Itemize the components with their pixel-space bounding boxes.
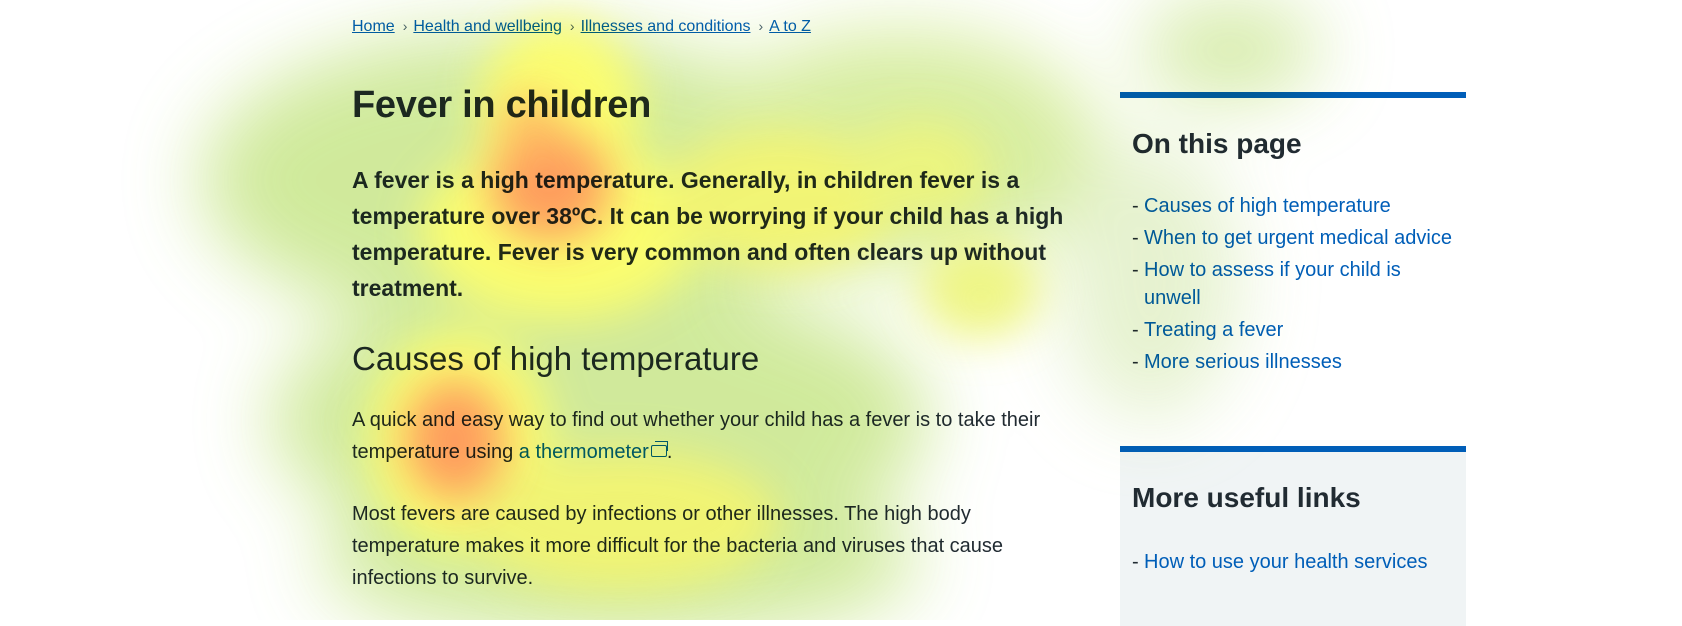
section-paragraph-2: Most fevers are caused by infections or … [352, 503, 1004, 589]
page-title: Fever in children [352, 84, 651, 126]
breadcrumb-separator: › [569, 18, 575, 34]
on-this-page-link-assess[interactable]: How to assess if your child is unwell [1144, 259, 1401, 309]
breadcrumb-illnesses-link[interactable]: Illnesses and conditions [581, 18, 751, 35]
on-this-page-list: Causes of high temperature When to get u… [1132, 192, 1452, 380]
lede-paragraph: A fever is a high temperature. Generally… [352, 167, 1064, 301]
breadcrumb-home-link[interactable]: Home [352, 18, 395, 35]
on-this-page-panel: On this page Causes of high temperature … [1120, 92, 1466, 418]
list-item: Treating a fever [1132, 316, 1452, 344]
external-link-icon [650, 441, 668, 457]
list-item: Causes of high temperature [1132, 192, 1452, 220]
breadcrumb-separator: › [758, 18, 764, 34]
list-item: How to assess if your child is unwell [1132, 256, 1452, 312]
thermometer-link-label: a thermometer [518, 441, 649, 463]
list-item: More serious illnesses [1132, 348, 1452, 376]
breadcrumb: Home › Health and wellbeing › Illnesses and … [352, 18, 811, 36]
breadcrumb-separator: › [402, 18, 408, 34]
thermometer-link[interactable]: a thermometer [518, 441, 668, 463]
section-heading: Causes of high temperature [352, 340, 760, 377]
paragraph-text: A quick and easy way to find out whether… [352, 409, 1041, 463]
list-item: How to use your health services [1132, 548, 1452, 576]
on-this-page-link-causes[interactable]: Causes of high temperature [1144, 195, 1391, 217]
on-this-page-link-urgent-advice[interactable]: When to get urgent medical advice [1144, 227, 1452, 249]
more-useful-links-panel: More useful links How to use your health… [1120, 446, 1466, 626]
page: Home › Health and wellbeing › Illnesses and … [0, 0, 1682, 626]
useful-link-health-services[interactable]: How to use your health services [1144, 551, 1427, 573]
on-this-page-link-treating[interactable]: Treating a fever [1144, 319, 1283, 341]
section-paragraph-1: A quick and easy way to find out whether… [352, 404, 1072, 468]
more-useful-links-list: How to use your health services [1132, 548, 1452, 580]
on-this-page-title: On this page [1132, 128, 1302, 159]
breadcrumb-atoz-link[interactable]: A to Z [769, 18, 811, 35]
list-item: When to get urgent medical advice [1132, 224, 1452, 252]
on-this-page-link-serious[interactable]: More serious illnesses [1144, 351, 1342, 373]
breadcrumb-health-link[interactable]: Health and wellbeing [413, 18, 562, 35]
more-useful-links-title: More useful links [1132, 482, 1361, 513]
